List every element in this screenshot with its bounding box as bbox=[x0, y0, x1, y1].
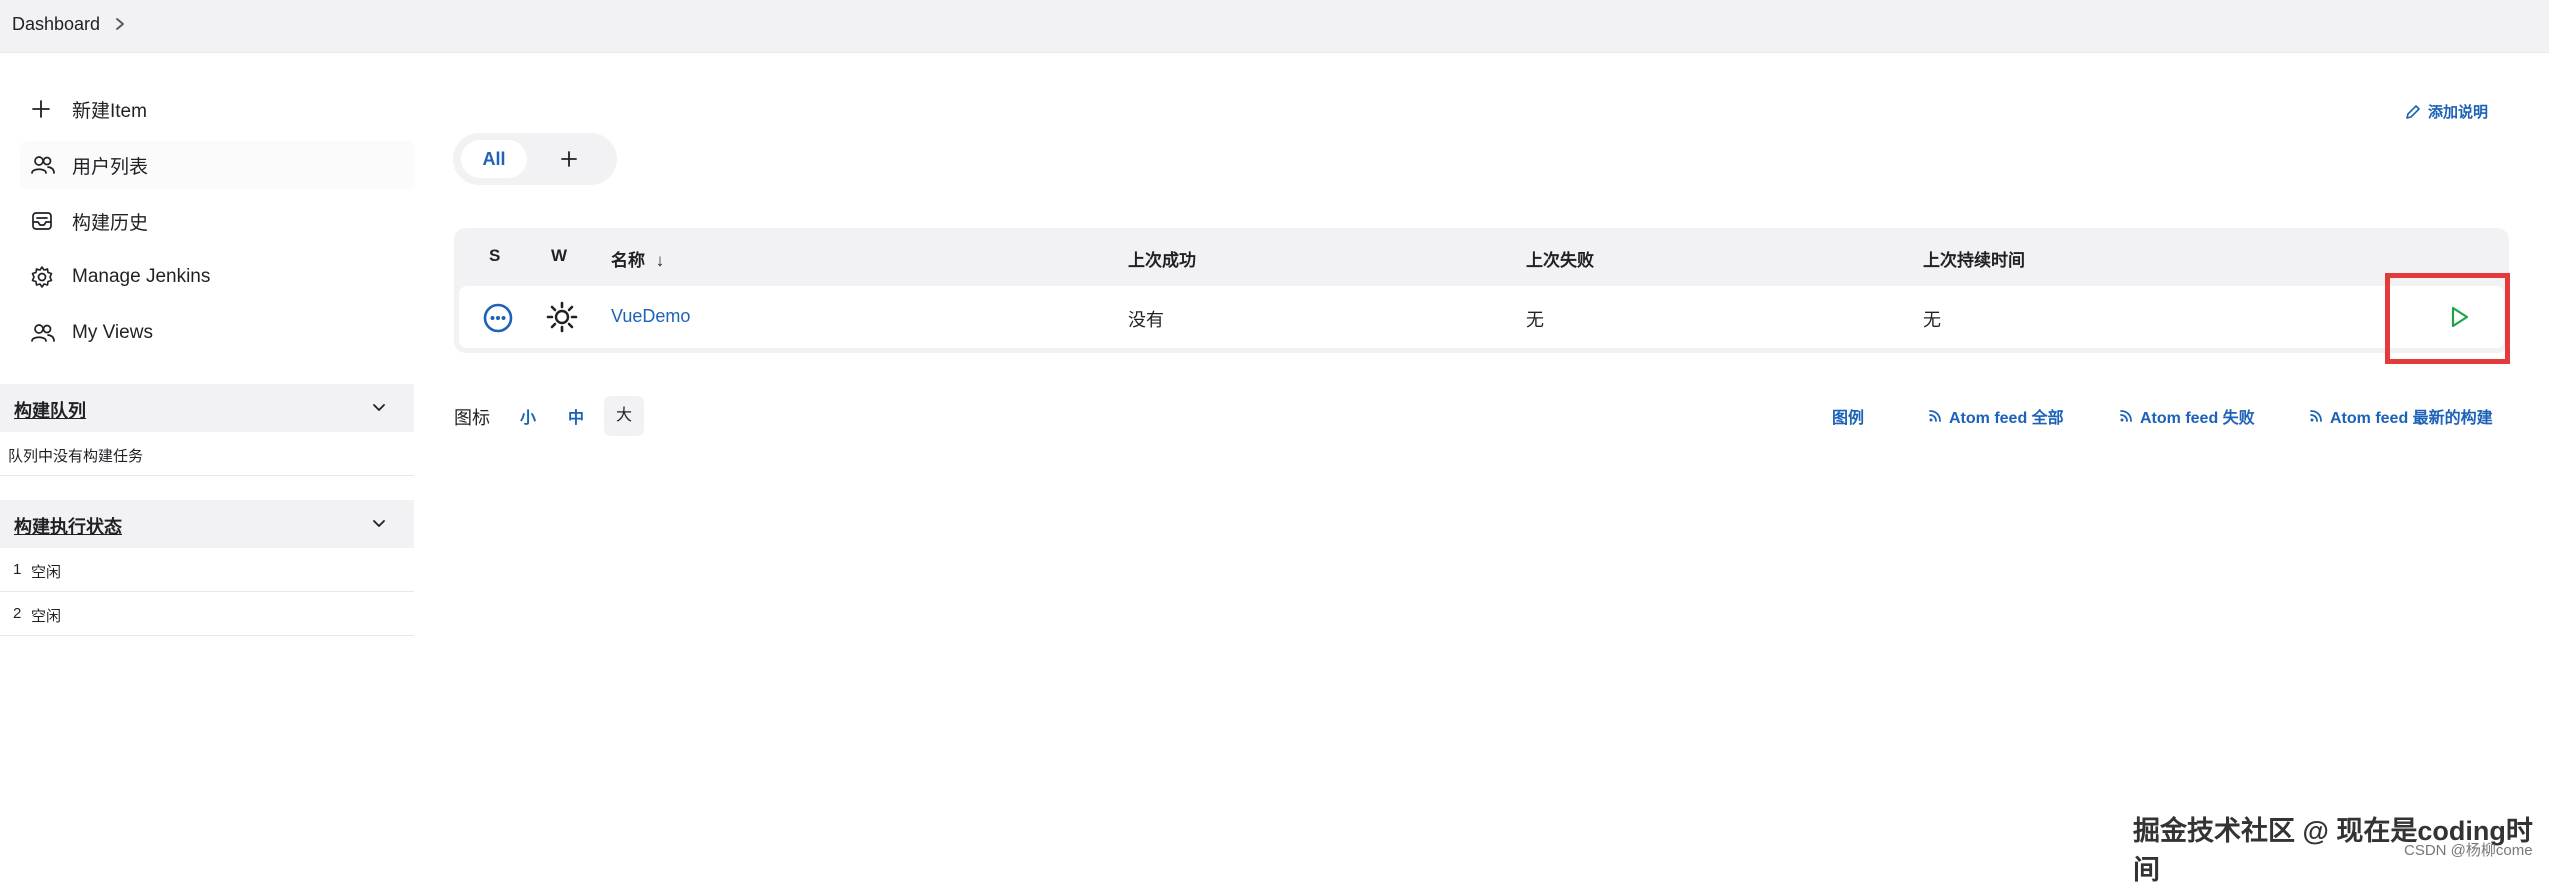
chevron-right-icon[interactable] bbox=[113, 15, 127, 33]
plus-icon bbox=[30, 95, 66, 123]
tab-all[interactable]: All bbox=[461, 140, 527, 178]
icon-size-medium[interactable]: 中 bbox=[568, 404, 584, 428]
sidebar-item-new-item[interactable]: 新建Item bbox=[20, 85, 415, 133]
executor-number: 2 bbox=[13, 605, 22, 622]
pencil-icon bbox=[2406, 104, 2420, 119]
sidebar-item-label: 用户列表 bbox=[72, 156, 149, 178]
sidebar-item-label: 构建历史 bbox=[72, 212, 149, 234]
sidebar-item-label: My Views bbox=[72, 322, 153, 343]
watermark-source: CSDN @杨柳come bbox=[2404, 842, 2533, 859]
build-queue-empty-text: 队列中没有构建任务 bbox=[8, 448, 144, 465]
legend-label: 图例 bbox=[1832, 410, 1865, 427]
column-header-last-duration[interactable]: 上次持续时间 bbox=[1923, 246, 2025, 271]
rss-icon bbox=[2120, 410, 2132, 422]
status-notbuilt-icon bbox=[483, 303, 513, 333]
table-row: VueDemo 没有 无 无 bbox=[459, 286, 2504, 348]
gear-icon bbox=[30, 263, 66, 291]
rss-icon bbox=[2310, 410, 2322, 422]
atom-feed-latest-label: Atom feed 最新的构建 bbox=[2330, 410, 2493, 427]
add-description-label: 添加说明 bbox=[2428, 104, 2489, 121]
column-header-last-failure[interactable]: 上次失败 bbox=[1526, 246, 1594, 271]
executor-row: 2 空闲 bbox=[0, 592, 414, 636]
icon-size-small[interactable]: 小 bbox=[520, 404, 536, 428]
highlight-box bbox=[2385, 273, 2510, 364]
sidebar-item-my-views[interactable]: My Views bbox=[20, 309, 415, 357]
executor-status-title[interactable]: 构建执行状态 bbox=[14, 513, 122, 539]
add-description-link[interactable]: 添加说明 bbox=[2404, 101, 2488, 122]
sidebar-item-label: Manage Jenkins bbox=[72, 266, 211, 287]
job-name-link[interactable]: VueDemo bbox=[611, 306, 690, 327]
sun-icon bbox=[546, 301, 578, 333]
build-queue-header[interactable]: 构建队列 bbox=[0, 384, 414, 432]
chevron-down-icon[interactable] bbox=[371, 400, 387, 416]
build-queue-title[interactable]: 构建队列 bbox=[14, 397, 86, 423]
inbox-icon bbox=[30, 207, 66, 235]
job-last-failure: 无 bbox=[1526, 310, 1544, 330]
column-header-weather[interactable]: W bbox=[551, 246, 567, 266]
icon-size-large[interactable]: 大 bbox=[604, 396, 644, 436]
plus-icon[interactable] bbox=[555, 145, 583, 173]
sidebar-item-users[interactable]: 用户列表 bbox=[20, 141, 415, 189]
sidebar-item-manage-jenkins[interactable]: Manage Jenkins bbox=[20, 253, 415, 301]
users-icon bbox=[30, 319, 66, 347]
rss-icon bbox=[1929, 410, 1941, 422]
atom-feed-failures-label: Atom feed 失败 bbox=[2140, 410, 2255, 427]
icon-size-label: 图标 bbox=[454, 408, 490, 428]
build-queue-empty: 队列中没有构建任务 bbox=[0, 432, 414, 476]
atom-feed-all-label: Atom feed 全部 bbox=[1949, 410, 2064, 427]
sort-arrow-icon: ↓ bbox=[655, 251, 665, 270]
executor-number: 1 bbox=[13, 561, 22, 578]
sidebar-item-build-history[interactable]: 构建历史 bbox=[20, 197, 415, 245]
legend-link[interactable]: 图例 bbox=[1832, 404, 1864, 428]
chevron-down-icon[interactable] bbox=[371, 516, 387, 532]
breadcrumb-dashboard[interactable]: Dashboard bbox=[12, 14, 100, 35]
executor-status: 空闲 bbox=[31, 564, 62, 581]
users-icon bbox=[30, 151, 66, 179]
view-tabs: All bbox=[453, 133, 617, 185]
executor-status-header[interactable]: 构建执行状态 bbox=[0, 500, 414, 548]
breadcrumb-bar: Dashboard bbox=[0, 0, 2549, 53]
column-header-status[interactable]: S bbox=[489, 246, 500, 266]
job-last-duration: 无 bbox=[1923, 310, 1941, 330]
sidebar-item-label: 新建Item bbox=[72, 100, 147, 122]
column-header-name[interactable]: 名称 ↓ bbox=[611, 246, 664, 271]
job-last-success: 没有 bbox=[1128, 310, 1164, 330]
atom-feed-latest-link[interactable]: Atom feed 最新的构建 bbox=[2308, 404, 2493, 428]
atom-feed-failures-link[interactable]: Atom feed 失败 bbox=[2118, 404, 2255, 428]
job-table: S W 名称 ↓ 上次成功 上次失败 上次持续时间 VueDemo 没有 无 无 bbox=[454, 228, 2509, 353]
column-header-last-success[interactable]: 上次成功 bbox=[1128, 246, 1196, 271]
column-header-name-label: 名称 bbox=[611, 251, 645, 270]
executor-row: 1 空闲 bbox=[0, 548, 414, 592]
atom-feed-all-link[interactable]: Atom feed 全部 bbox=[1927, 404, 2064, 428]
executor-status: 空闲 bbox=[31, 608, 62, 625]
